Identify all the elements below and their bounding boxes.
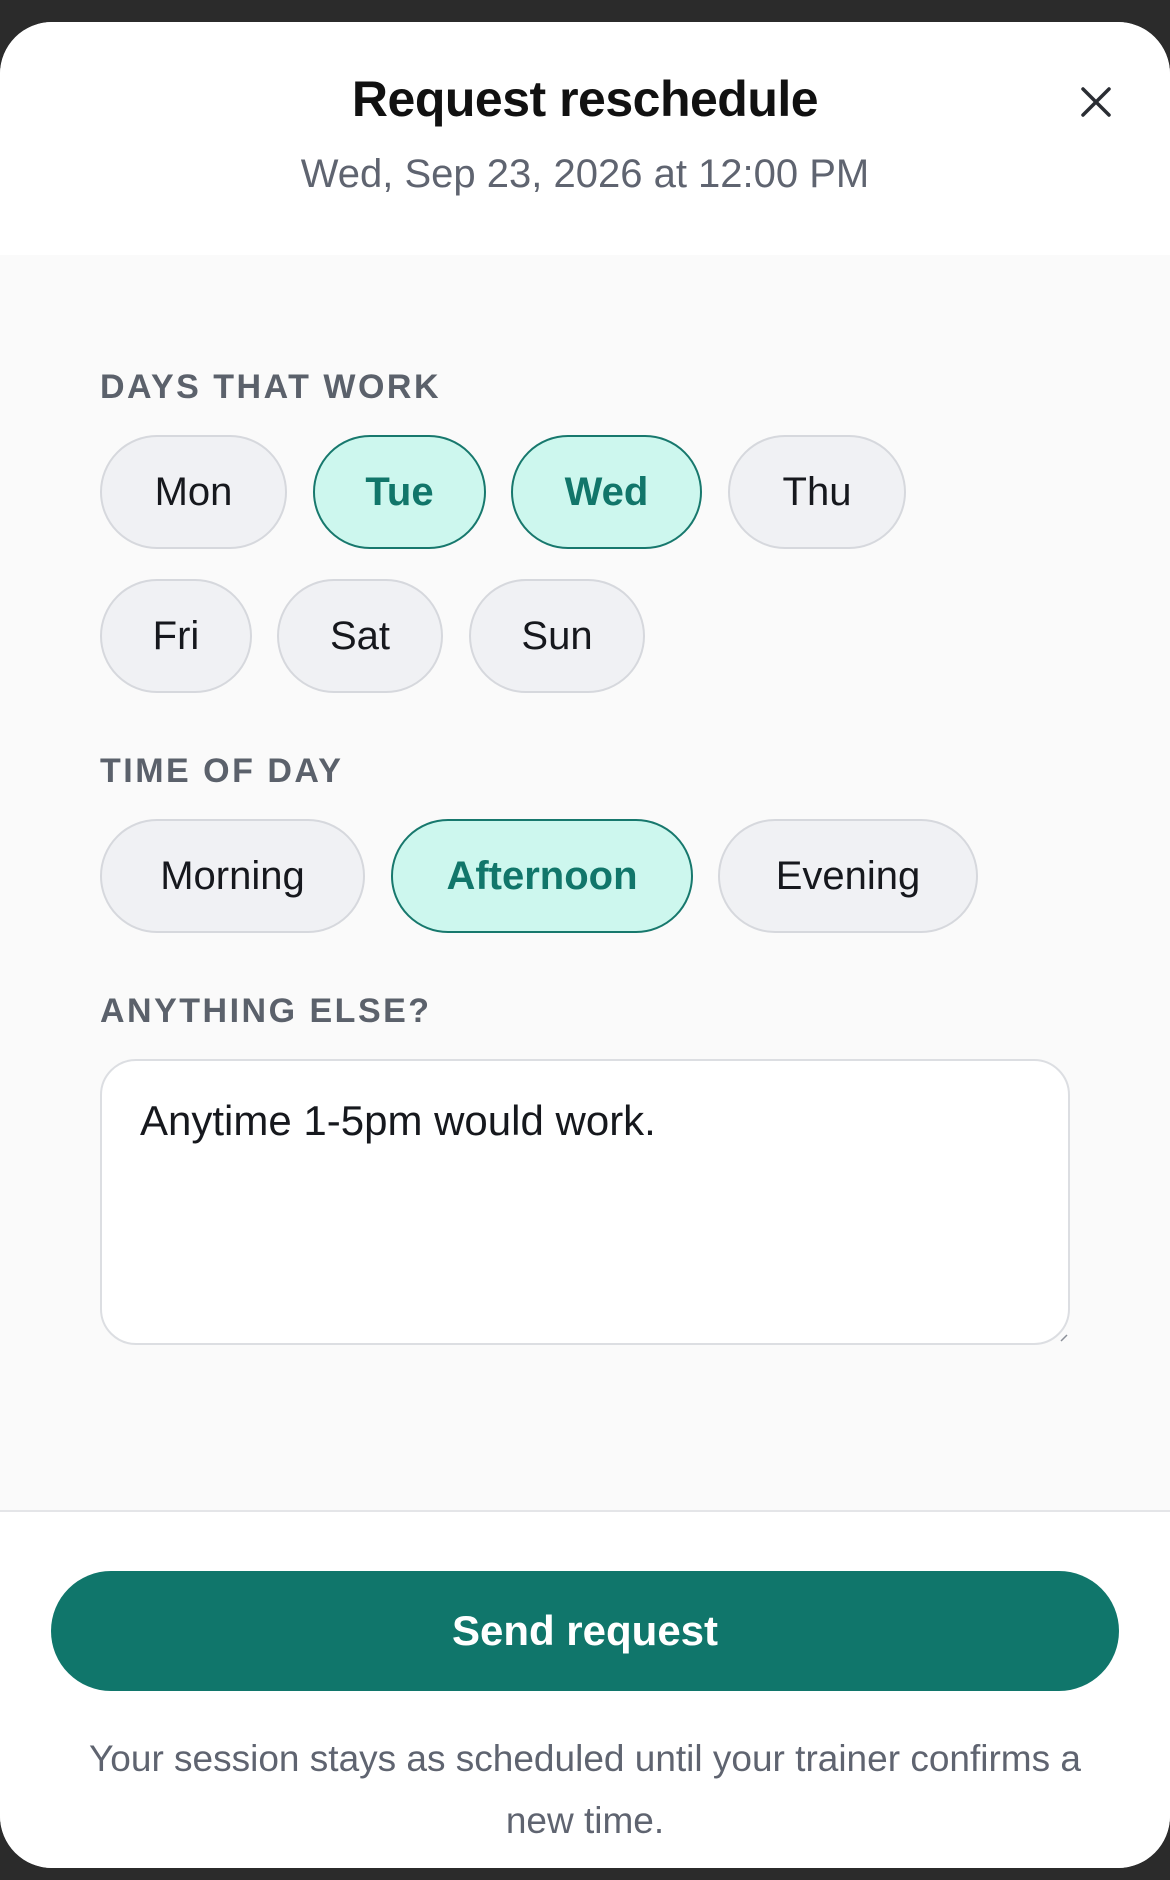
time-chip-afternoon[interactable]: Afternoon — [391, 819, 693, 933]
notes-textarea[interactable]: Anytime 1-5pm would work. — [100, 1059, 1070, 1345]
footer-note: Your session stays as scheduled until yo… — [89, 1738, 1081, 1841]
time-chip-label: Evening — [775, 853, 921, 898]
days-section-label: DAYS THAT WORK — [100, 368, 441, 406]
day-chip-label: Wed — [564, 469, 649, 514]
time-chip-evening[interactable]: Evening — [718, 819, 978, 933]
day-chip-tue[interactable]: Tue — [313, 435, 486, 549]
day-chip-thu[interactable]: Thu — [728, 435, 906, 549]
resize-handle-icon[interactable] — [1060, 1334, 1068, 1342]
time-chip-label: Afternoon — [446, 853, 638, 898]
reschedule-modal: Request reschedule Wed, Sep 23, 2026 at … — [0, 22, 1170, 1868]
close-button[interactable] — [1066, 72, 1126, 132]
day-chip-label: Sun — [521, 613, 593, 658]
day-chip-label: Sat — [329, 613, 391, 658]
session-datetime: Wed, Sep 23, 2026 at 12:00 PM — [300, 152, 870, 196]
day-chip-label: Mon — [154, 469, 233, 514]
modal-header: Request reschedule Wed, Sep 23, 2026 at … — [0, 22, 1170, 255]
notes-section-label: ANYTHING ELSE? — [100, 992, 432, 1030]
day-chip-label: Thu — [782, 469, 852, 514]
time-section-label: TIME OF DAY — [100, 752, 344, 790]
time-chip-morning[interactable]: Morning — [100, 819, 365, 933]
send-request-button[interactable]: Send request — [51, 1571, 1119, 1691]
day-chip-label: Tue — [365, 469, 434, 514]
day-chip-wed[interactable]: Wed — [511, 435, 702, 549]
time-chip-label: Morning — [160, 853, 305, 898]
day-chip-sat[interactable]: Sat — [277, 579, 443, 693]
modal-title: Request reschedule — [351, 71, 819, 127]
close-icon — [1081, 87, 1111, 117]
modal-footer: Send request Your session stays as sched… — [0, 1510, 1170, 1868]
day-chip-fri[interactable]: Fri — [100, 579, 252, 693]
day-chip-sun[interactable]: Sun — [469, 579, 645, 693]
day-chip-mon[interactable]: Mon — [100, 435, 287, 549]
day-chip-label: Fri — [152, 613, 200, 658]
